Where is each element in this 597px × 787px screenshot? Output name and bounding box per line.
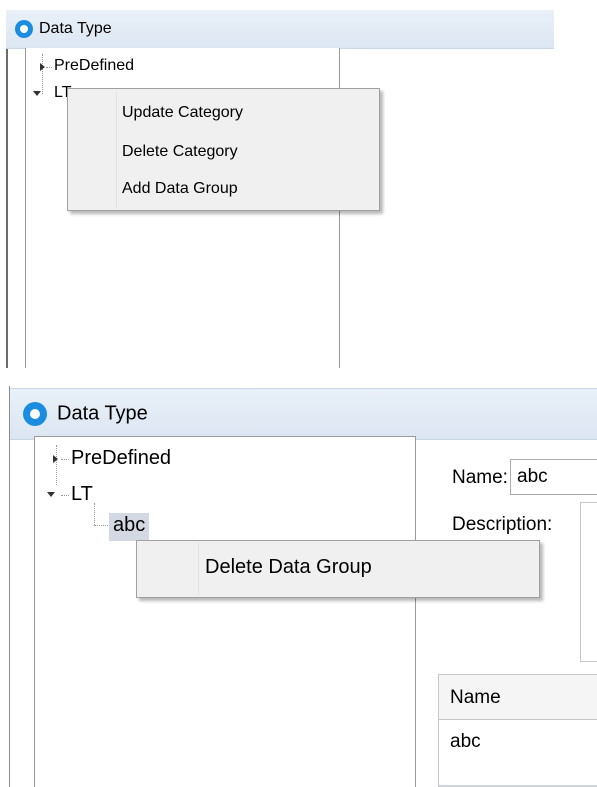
tree-item-abc[interactable]: abc xyxy=(109,513,150,541)
name-label: Name: xyxy=(452,467,508,488)
app-icon xyxy=(15,20,33,38)
expand-arrow-icon[interactable] xyxy=(40,63,45,71)
description-field[interactable] xyxy=(580,502,597,662)
window-title: Data Type xyxy=(39,20,112,37)
tree-connector xyxy=(56,445,57,485)
menu-icon-gutter xyxy=(70,91,117,208)
collapse-arrow-icon[interactable] xyxy=(47,492,55,497)
tree-connector xyxy=(94,525,108,526)
category-tree[interactable]: PreDefined LT abc xyxy=(34,436,416,787)
menu-item-delete-data-group[interactable]: Delete Data Group xyxy=(205,556,372,579)
tree-connector xyxy=(94,503,95,525)
title-bar: Data Type xyxy=(6,10,554,49)
menu-item-delete-category[interactable]: Delete Category xyxy=(122,143,238,161)
name-field[interactable]: abc xyxy=(510,459,597,495)
expand-arrow-icon[interactable] xyxy=(53,455,58,463)
grid-cell[interactable]: abc xyxy=(450,731,481,753)
tree-item-label: abc xyxy=(113,514,146,536)
window-title: Data Type xyxy=(57,402,148,425)
title-bar: Data Type xyxy=(10,388,597,440)
screenshot-top: Data Type PreDefined LT Update Category … xyxy=(0,0,597,368)
tree-connector xyxy=(46,67,52,68)
column-header-name[interactable]: Name xyxy=(450,687,501,709)
tree-connector xyxy=(61,459,69,460)
window-left-edge xyxy=(0,386,10,787)
menu-item-add-data-group[interactable]: Add Data Group xyxy=(122,180,238,198)
tree-item-label: LT xyxy=(71,483,93,505)
description-label: Description: xyxy=(452,514,553,535)
tree-item-label: PreDefined xyxy=(71,447,172,469)
context-menu: Delete Data Group xyxy=(136,540,540,598)
window-left-edge xyxy=(0,48,8,368)
tree-connector xyxy=(42,54,43,94)
data-grid: Name abc xyxy=(438,674,597,787)
menu-icon-gutter xyxy=(140,543,199,595)
tree-item-label: PreDefined xyxy=(54,57,135,74)
menu-item-update-category[interactable]: Update Category xyxy=(122,104,243,122)
collapse-arrow-icon[interactable] xyxy=(33,91,41,96)
app-icon xyxy=(23,402,47,426)
grid-header: Name xyxy=(439,675,597,720)
context-menu: Update Category Delete Category Add Data… xyxy=(67,88,380,211)
screenshot-bottom: Data Type PreDefined LT abc Name: abc De… xyxy=(0,384,597,787)
tree-connector xyxy=(61,495,69,496)
